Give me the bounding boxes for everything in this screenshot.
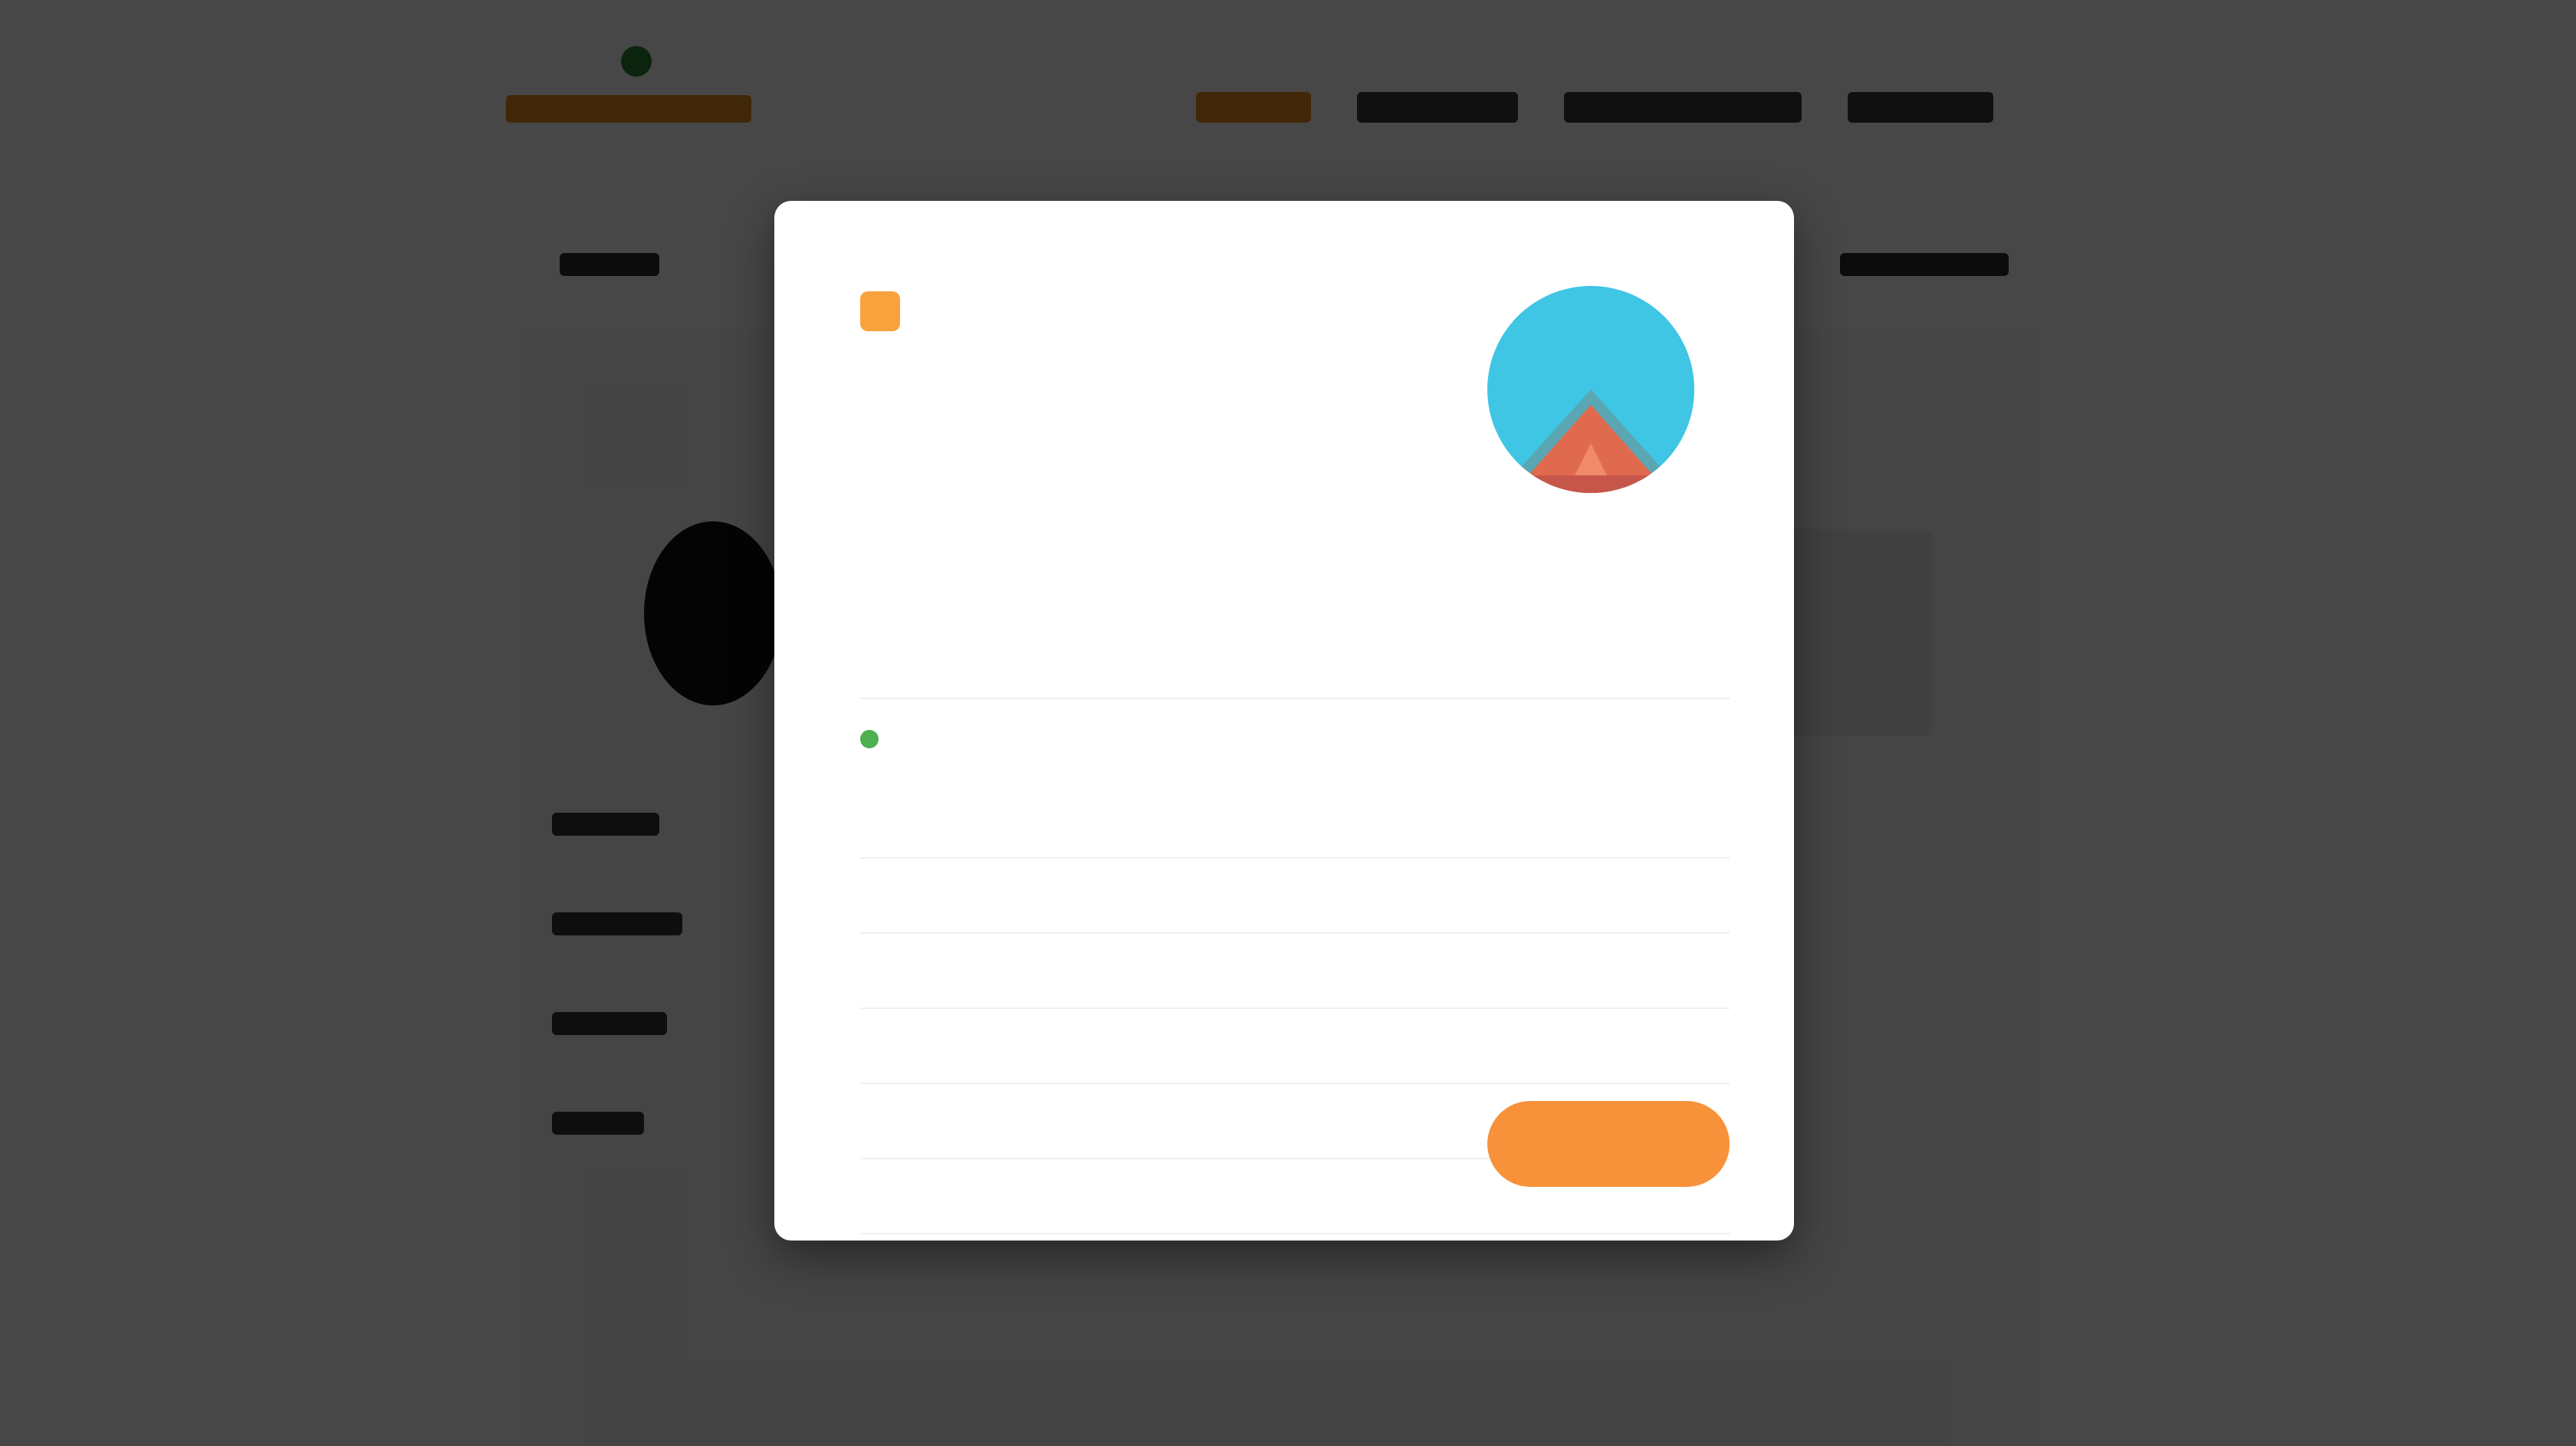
tent-product-image: [1487, 286, 1694, 493]
dialog-actions: [1277, 1101, 1730, 1187]
product-header: [860, 291, 1142, 331]
product-badge-icon: [860, 291, 900, 331]
confirm-dialog: [774, 201, 1794, 1241]
cancel-button[interactable]: [1277, 1102, 1454, 1186]
divider: [860, 698, 1730, 699]
status-indicator: [860, 730, 1014, 748]
detail-row: [860, 934, 1730, 1009]
page: [0, 0, 2576, 1446]
detail-row: [860, 859, 1730, 934]
status-dot-icon: [860, 730, 879, 748]
detail-row: [860, 1009, 1730, 1084]
detail-row: [860, 784, 1730, 859]
confirm-button[interactable]: [1487, 1101, 1730, 1187]
